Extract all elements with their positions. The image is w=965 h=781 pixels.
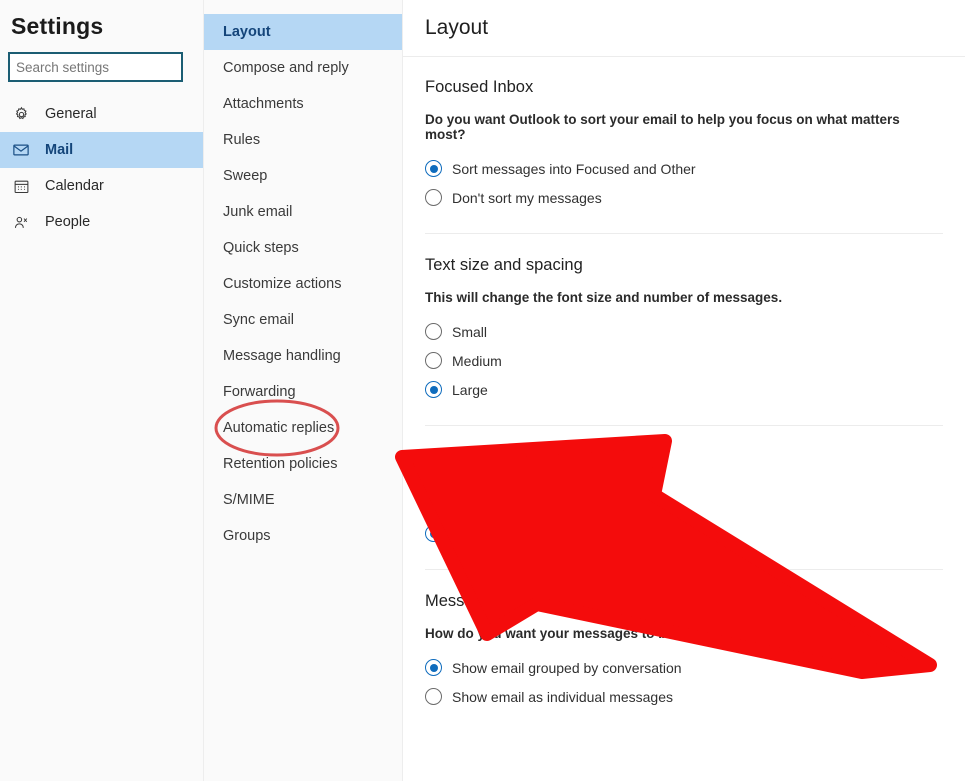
radio-indicator[interactable] (425, 189, 442, 206)
radio-indicator[interactable] (425, 381, 442, 398)
category-item-compose-and-reply[interactable]: Compose and reply (204, 50, 402, 86)
sidebar-item-mail[interactable]: Mail (0, 132, 203, 168)
radio-option-medium[interactable]: Medium (425, 346, 943, 375)
page-title: Settings (11, 13, 104, 39)
sidebar-nav: General Mail Calendar People (0, 96, 203, 240)
category-item-groups[interactable]: Groups (204, 518, 402, 554)
gear-icon (8, 101, 34, 127)
radio-option-dont-sort[interactable]: Don't sort my messages (425, 183, 943, 212)
category-item-rules[interactable]: Rules (204, 122, 402, 158)
radio-label: Show email grouped by conversation (452, 659, 682, 676)
search-input[interactable] (8, 52, 183, 82)
section-heading: Focused Inbox (425, 78, 534, 96)
category-item-attachments[interactable]: Attachments (204, 86, 402, 122)
category-label: Sync email (223, 312, 294, 328)
radio-label: Large (452, 381, 488, 398)
radio-option-switch-between[interactable]: Switch be and mu (425, 519, 943, 548)
section-heading: Text size and spacing (425, 256, 583, 274)
detail-title: Layout (425, 16, 489, 39)
category-label: S/MIME (223, 492, 275, 508)
category-item-smime[interactable]: S/MIME (204, 482, 402, 518)
category-label: Rules (223, 132, 261, 148)
radio-label: Medium (452, 352, 502, 369)
sidebar-item-label: Calendar (45, 178, 104, 194)
category-label: Attachments (223, 96, 304, 112)
radio-label: Sort messages into Focused and Other (452, 160, 696, 177)
radio-indicator[interactable] (425, 323, 442, 340)
layout-settings-pane: Layout Focused Inbox Do you want Outlook… (403, 0, 965, 781)
radio-label: Small (452, 323, 488, 340)
radio-option-large[interactable]: Large (425, 375, 943, 404)
sidebar-item-general[interactable]: General (0, 96, 203, 132)
category-label: Compose and reply (223, 60, 349, 76)
radio-label: Show email as individual messages (452, 688, 673, 705)
detail-header: Layout (403, 0, 965, 57)
settings-window: Settings General (0, 0, 965, 781)
section-text-size-and-spacing: Text size and spacing This will change t… (425, 233, 943, 404)
category-label: Sweep (223, 168, 268, 184)
section-focused-inbox: Focused Inbox Do you want Outlook to sor… (425, 57, 943, 212)
radio-option-always[interactable]: Alwa (425, 490, 943, 519)
category-label: Layout (223, 24, 271, 40)
section-message-organization: Message organization How do you want you… (425, 569, 943, 711)
category-item-sweep[interactable]: Sweep (204, 158, 402, 194)
category-item-forwarding[interactable]: Forwarding (204, 374, 402, 410)
sidebar-item-calendar[interactable]: Calendar (0, 168, 203, 204)
detail-body: Focused Inbox Do you want Outlook to sor… (403, 57, 965, 711)
search-container (0, 40, 203, 82)
person-icon (8, 209, 34, 235)
category-label: Automatic replies (223, 420, 335, 436)
category-label: Message handling (223, 348, 341, 364)
category-label: Customize actions (223, 276, 342, 292)
category-item-message-handling[interactable]: Message handling (204, 338, 402, 374)
radio-indicator[interactable] (425, 659, 442, 676)
category-label: Quick steps (223, 240, 299, 256)
radio-option-sort-focused-other[interactable]: Sort messages into Focused and Other (425, 154, 943, 183)
category-label: Groups (223, 528, 271, 544)
radio-label: Alwa (452, 496, 483, 513)
category-label: Junk email (223, 204, 293, 220)
calendar-icon (8, 173, 34, 199)
section-obscured-by-annotation: Ho Alwa Switch be and mu (425, 425, 943, 548)
radio-indicator[interactable] (425, 496, 442, 513)
sidebar-item-people[interactable]: People (0, 204, 203, 240)
settings-sidebar: Settings General (0, 0, 204, 781)
sidebar-item-label: General (45, 106, 97, 122)
category-label: Forwarding (223, 384, 296, 400)
section-heading: Message organization (425, 592, 587, 610)
radio-indicator[interactable] (425, 525, 442, 542)
category-item-automatic-replies[interactable]: Automatic replies (204, 410, 402, 446)
radio-label: Don't sort my messages (452, 189, 602, 206)
category-item-sync-email[interactable]: Sync email (204, 302, 402, 338)
section-description: This will change the font size and numbe… (425, 290, 783, 305)
section-description: How do you want your messages to be orga… (425, 626, 750, 641)
category-item-junk-email[interactable]: Junk email (204, 194, 402, 230)
category-label: Retention policies (223, 456, 338, 472)
section-description: Do you want Outlook to sort your email t… (425, 112, 900, 142)
radio-label: Switch be and mu (452, 525, 564, 542)
radio-indicator[interactable] (425, 160, 442, 177)
category-item-quick-steps[interactable]: Quick steps (204, 230, 402, 266)
sidebar-item-label: People (45, 214, 91, 230)
category-item-customize-actions[interactable]: Customize actions (204, 266, 402, 302)
radio-option-grouped-by-conversation[interactable]: Show email grouped by conversation (425, 653, 943, 682)
radio-indicator[interactable] (425, 688, 442, 705)
radio-option-small[interactable]: Small (425, 317, 943, 346)
category-item-retention-policies[interactable]: Retention policies (204, 446, 402, 482)
mail-category-list: Layout Compose and reply Attachments Rul… (204, 0, 403, 781)
envelope-icon (8, 137, 34, 163)
category-item-layout[interactable]: Layout (204, 14, 402, 50)
radio-option-individual-messages[interactable]: Show email as individual messages (425, 682, 943, 711)
radio-indicator[interactable] (425, 352, 442, 369)
section-description: Ho (425, 463, 443, 478)
sidebar-item-label: Mail (45, 142, 74, 158)
